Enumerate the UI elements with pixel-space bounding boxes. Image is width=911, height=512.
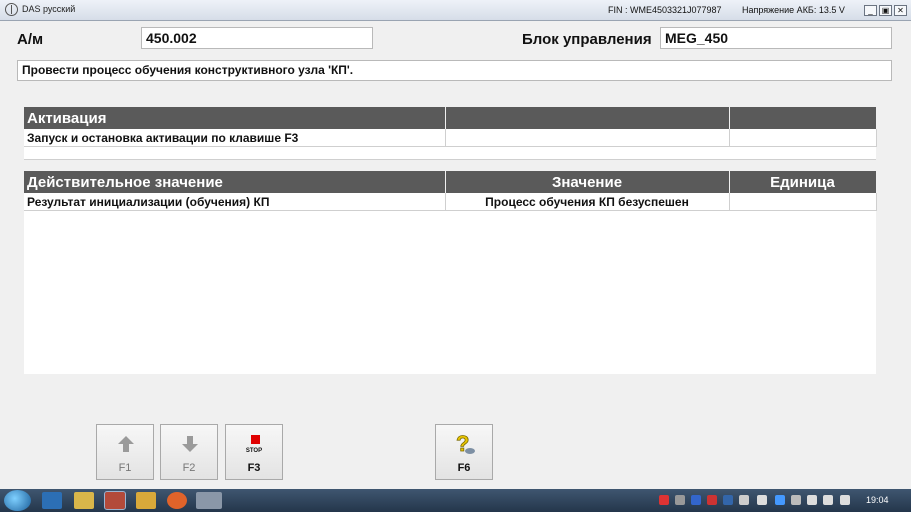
das-app-icon[interactable]: [104, 491, 126, 510]
window-switch-icon[interactable]: [196, 492, 222, 509]
tray-icon-5[interactable]: [723, 495, 733, 505]
tray-icon-11[interactable]: [823, 495, 833, 505]
values-table-header: Действительное значение Значение Единица: [24, 171, 877, 193]
f1-label: F1: [118, 462, 132, 474]
arrow-up-icon: [118, 436, 134, 452]
arrow-down-icon: [182, 436, 198, 452]
activation-table: Активация Запуск и остановка активации п…: [24, 107, 877, 160]
f2-button[interactable]: F2: [160, 424, 218, 480]
unit-header: Единица: [729, 171, 877, 193]
activation-row-unit: [729, 129, 877, 147]
value-row-unit: [729, 193, 877, 211]
value-row-value: Процесс обучения КП безуспешен: [445, 193, 730, 211]
tray-icon-2[interactable]: [675, 495, 685, 505]
f3-label: F3: [247, 462, 261, 474]
tray-icon-4[interactable]: [707, 495, 717, 505]
activation-header-col2: [445, 107, 730, 129]
tray-icon-3[interactable]: [691, 495, 701, 505]
folder-icon[interactable]: [74, 492, 94, 509]
bluetooth-icon[interactable]: [775, 495, 785, 505]
table-row[interactable]: Запуск и остановка активации по клавише …: [24, 129, 877, 147]
f3-button[interactable]: STOP F3: [225, 424, 283, 480]
control-unit-field: MEG_450: [660, 27, 892, 49]
title-bar: DAS русский FIN : WME4503321J077987 Напр…: [0, 0, 911, 21]
media-icon[interactable]: [136, 492, 156, 509]
stop-icon-text: STOP: [245, 448, 263, 454]
taskbar: 19:04: [0, 489, 911, 512]
value-header: Значение: [445, 171, 730, 193]
tray-icon-9[interactable]: [791, 495, 801, 505]
tray-red-icon[interactable]: [659, 495, 669, 505]
clock[interactable]: 19:04: [866, 495, 889, 505]
f1-button[interactable]: F1: [96, 424, 154, 480]
window-title: DAS русский: [22, 4, 76, 14]
actual-value-header: Действительное значение: [24, 171, 446, 193]
close-button[interactable]: ✕: [894, 5, 907, 16]
restore-button[interactable]: ▣: [879, 5, 892, 16]
f2-label: F2: [182, 462, 196, 474]
instruction-text: Провести процесс обучения конструктивног…: [17, 60, 892, 81]
help-icon: ?: [456, 432, 475, 456]
printer-icon[interactable]: [757, 495, 767, 505]
start-button[interactable]: [4, 490, 31, 511]
stop-icon: [251, 435, 260, 444]
vehicle-field: 450.002: [141, 27, 373, 49]
app-logo-icon: [5, 3, 18, 16]
activation-table-header: Активация: [24, 107, 877, 129]
control-unit-label: Блок управления: [522, 31, 652, 48]
tray-icon-6[interactable]: [739, 495, 749, 505]
firefox-icon[interactable]: [167, 492, 187, 509]
f6-label: F6: [457, 462, 471, 474]
network-icon[interactable]: [807, 495, 817, 505]
empty-cell: [24, 146, 876, 160]
values-panel: Действительное значение Значение Единица…: [24, 171, 877, 374]
activation-header-col3: [729, 107, 877, 129]
ie-icon[interactable]: [42, 492, 62, 509]
value-row-name: Результат инициализации (обучения) КП: [24, 193, 446, 211]
vehicle-label: А/м: [17, 31, 44, 48]
activation-row-text: Запуск и остановка активации по клавише …: [24, 129, 446, 147]
battery-voltage: Напряжение АКБ: 13.5 V: [742, 5, 845, 15]
f6-button[interactable]: ? F6: [435, 424, 493, 480]
activation-header: Активация: [24, 107, 446, 129]
minimize-button[interactable]: _: [864, 5, 877, 16]
table-row-empty: [24, 146, 876, 160]
fin-number: FIN : WME4503321J077987: [608, 5, 722, 15]
table-row[interactable]: Результат инициализации (обучения) КП Пр…: [24, 193, 877, 211]
values-table: Действительное значение Значение Единица…: [24, 171, 877, 211]
activation-row-value: [445, 129, 730, 147]
volume-icon[interactable]: [840, 495, 850, 505]
